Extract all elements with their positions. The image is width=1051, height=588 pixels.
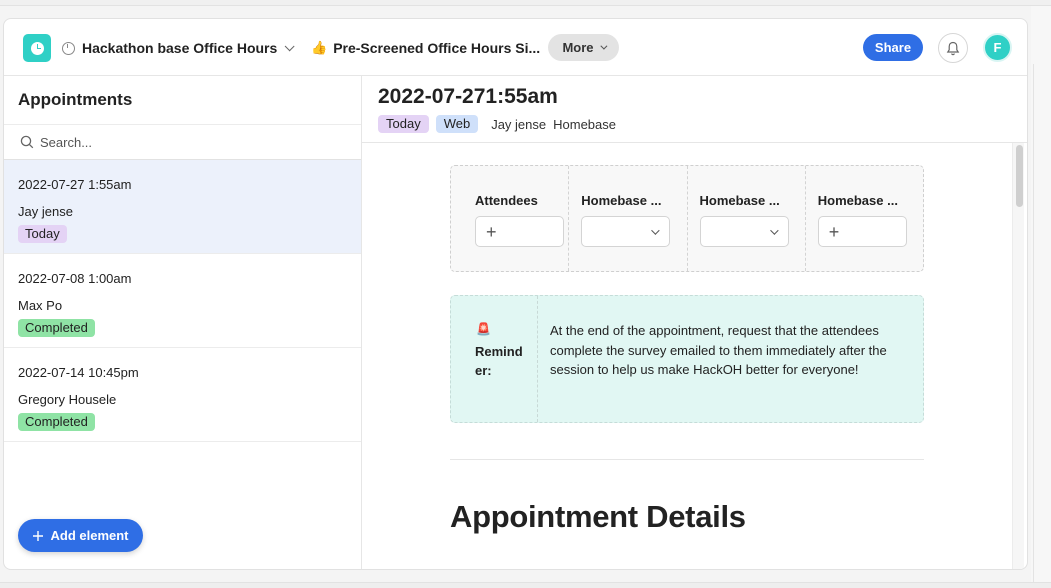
field-label: Homebase ... <box>817 193 898 208</box>
add-attendee-button[interactable]: + <box>475 216 564 247</box>
homebase-select-2[interactable] <box>699 216 789 247</box>
list-item[interactable]: 2022-07-14 10:45pm Gregory Housele Compl… <box>4 348 361 442</box>
add-element-button[interactable]: Add element <box>18 519 143 552</box>
reminder-label-column: 🚨 Remind er: <box>451 296 538 422</box>
status-badge: Completed <box>18 319 95 337</box>
appointment-name: Jay jense <box>18 204 73 219</box>
reminder-callout: 🚨 Remind er: At the end of the appointme… <box>450 295 924 423</box>
share-button[interactable]: Share <box>863 34 923 61</box>
search-icon <box>20 135 34 149</box>
scrollbar-thumb[interactable] <box>1016 145 1023 207</box>
tab-label: Hackathon base Office Hours <box>82 40 278 56</box>
search-bar <box>4 124 361 160</box>
web-tag: Web <box>435 115 479 133</box>
tab-hackathon-office-hours[interactable]: Hackathon base Office Hours <box>62 37 295 59</box>
status-badge: Today <box>18 225 67 243</box>
appointment-name: Gregory Housele <box>18 392 117 407</box>
user-avatar[interactable]: F <box>983 33 1012 62</box>
appointment-date: 2022-07-08 1:00am <box>18 271 132 286</box>
reminder-text: At the end of the appointment, request t… <box>550 323 887 377</box>
list-item[interactable]: 2022-07-27 1:55am Jay jense Today <box>4 160 361 254</box>
location-name: Homebase <box>553 116 616 132</box>
appointment-date: 2022-07-14 10:45pm <box>18 365 139 380</box>
chevron-down-icon <box>599 42 607 50</box>
right-edge-panel <box>1031 6 1051 588</box>
homebase-field-3: Homebase ... + <box>806 166 923 271</box>
app-logo-clock-icon[interactable] <box>23 34 51 62</box>
top-bar: Hackathon base Office Hours 👍 Pre-Screen… <box>4 19 1027 76</box>
plus-icon: + <box>828 221 840 242</box>
appointment-detail: 2022-07-271:55am Today Web Jay jense Hom… <box>362 76 1027 569</box>
field-label: Homebase ... <box>699 193 780 208</box>
browser-top-edge <box>0 0 1051 6</box>
homebase-add-button[interactable]: + <box>817 216 907 247</box>
bottom-edge <box>0 582 1051 588</box>
divider <box>362 142 1027 143</box>
attendee-name: Jay jense <box>491 116 547 132</box>
today-tag: Today <box>378 115 429 133</box>
bell-icon <box>946 41 960 55</box>
divider <box>450 459 924 460</box>
more-label: More <box>562 40 594 55</box>
field-label: Attendees <box>475 193 538 208</box>
status-badge: Completed <box>18 413 95 431</box>
reminder-label: Remind er: <box>475 344 523 378</box>
siren-icon: 🚨 <box>476 322 491 336</box>
appointment-list: 2022-07-27 1:55am Jay jense Today 2022-0… <box>4 160 361 442</box>
homebase-field-1: Homebase ... <box>569 166 688 271</box>
clock-icon <box>62 41 75 55</box>
notifications-button[interactable] <box>938 33 968 63</box>
scrollbar[interactable] <box>1012 143 1024 569</box>
sidebar-title: Appointments <box>18 90 133 109</box>
page-title: 2022-07-271:55am <box>378 85 558 108</box>
appointment-name: Max Po <box>18 298 63 313</box>
search-input[interactable] <box>40 134 340 150</box>
list-item[interactable]: 2022-07-08 1:00am Max Po Completed <box>4 254 361 348</box>
homebase-field-2: Homebase ... <box>688 166 806 271</box>
attendees-field: Attendees + <box>451 166 570 271</box>
appointment-date: 2022-07-27 1:55am <box>18 177 132 192</box>
plus-icon: + <box>486 221 497 242</box>
field-label: Homebase ... <box>581 193 662 208</box>
appointment-meta: Today Web Jay jense Homebase <box>378 115 616 133</box>
chevron-down-icon <box>284 40 295 51</box>
plus-icon <box>33 530 44 541</box>
more-button[interactable]: More <box>548 34 619 61</box>
tab-label: Pre-Screened Office Hours Si... <box>333 40 541 56</box>
thumbs-up-icon: 👍 <box>311 40 328 55</box>
section-title: Appointment Details <box>450 499 746 534</box>
tab-pre-screened-office-hours[interactable]: 👍 Pre-Screened Office Hours Si... <box>311 37 540 59</box>
fields-panel: Attendees + Homebase ... Homebase ... Ho… <box>450 165 924 272</box>
homebase-select-1[interactable] <box>581 216 671 247</box>
appointments-sidebar: Appointments 2022-07-27 1:55am Jay jense… <box>4 76 362 569</box>
chevron-down-icon <box>769 225 779 235</box>
add-element-label: Add element <box>50 528 129 543</box>
app-window: Hackathon base Office Hours 👍 Pre-Screen… <box>3 18 1028 570</box>
chevron-down-icon <box>651 225 660 235</box>
